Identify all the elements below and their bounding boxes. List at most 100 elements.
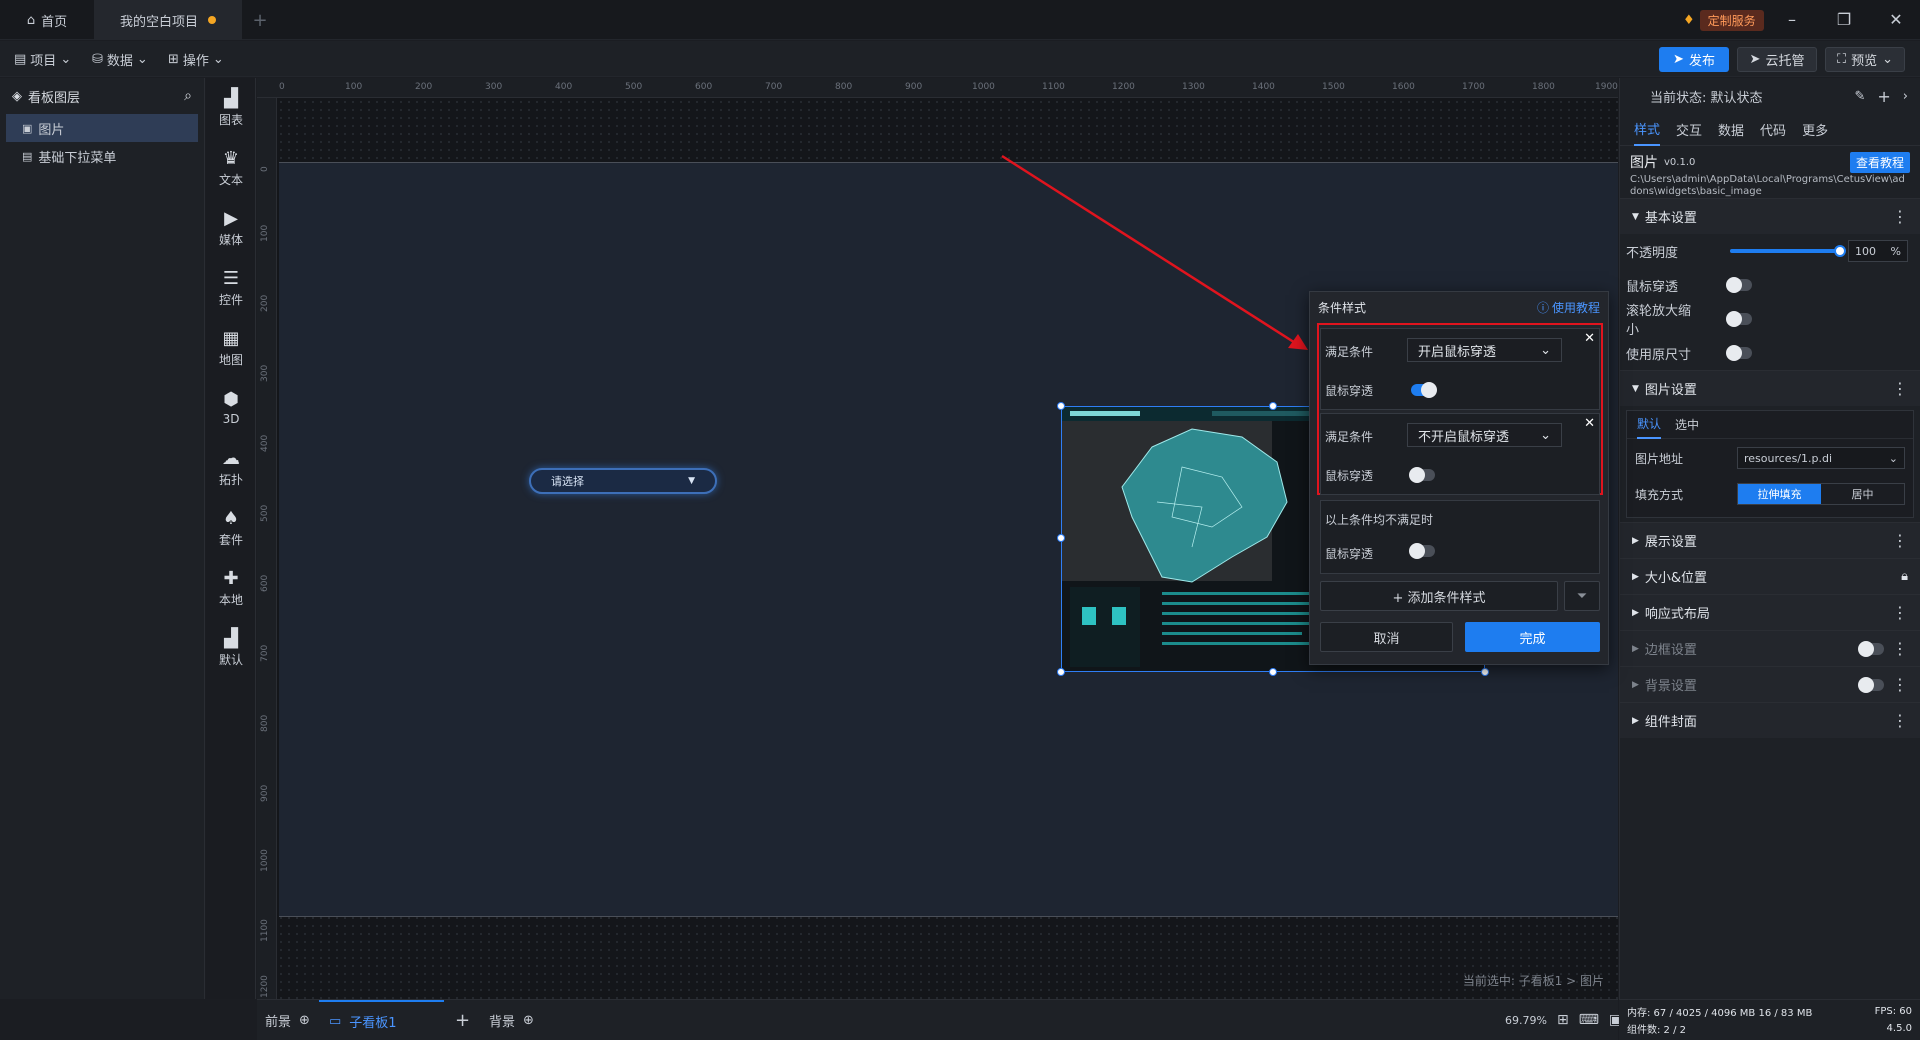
menu-project[interactable]: ▤ 项目 ⌄	[14, 49, 71, 69]
tab-style[interactable]: 样式	[1634, 114, 1661, 146]
menu-data[interactable]: ⛁ 数据 ⌄	[92, 49, 148, 69]
add-icon[interactable]: +	[1877, 87, 1890, 106]
more-vertical-icon[interactable]: ⋮	[1892, 207, 1908, 226]
section-image-settings[interactable]: ▼ 图片设置 ⋮	[1620, 370, 1920, 406]
more-vertical-icon[interactable]: ⋮	[1892, 379, 1908, 398]
condition-2-select[interactable]: 不开启鼠标穿透 ⌄	[1407, 423, 1562, 447]
cloud-button[interactable]: ➤ 云托管	[1737, 47, 1817, 72]
menu-operate[interactable]: ⊞ 操作 ⌄	[168, 49, 224, 69]
resize-handle[interactable]	[1269, 402, 1277, 410]
comp-topology[interactable]: ☁ 拓扑	[206, 438, 256, 498]
fit-screen-icon[interactable]: ⊞	[1557, 1012, 1569, 1028]
section-cover[interactable]: ▶ 组件封面 ⋮	[1620, 702, 1920, 738]
fill-mode-center[interactable]: 居中	[1821, 484, 1904, 504]
resize-handle[interactable]	[1057, 668, 1065, 676]
dropdown-widget[interactable]: 请选择 ▼	[529, 468, 717, 494]
remove-condition-icon[interactable]: ✕	[1584, 331, 1595, 346]
else-toggle[interactable]	[1409, 543, 1435, 559]
minimize-button[interactable]: –	[1772, 8, 1812, 32]
cancel-button[interactable]: 取消	[1320, 622, 1453, 652]
image-url-select[interactable]: resources/1.p.di ⌄	[1737, 447, 1905, 469]
tab-subboard[interactable]: ▭ 子看板1	[319, 1000, 444, 1040]
restore-button[interactable]: ❐	[1824, 8, 1864, 32]
resize-handle[interactable]	[1269, 668, 1277, 676]
condition-1-toggle[interactable]	[1411, 382, 1437, 398]
component-strip: ▟ 图表 ♛ 文本 ▶ 媒体 ☰ 控件 ▦ 地图 ⬢ 3D ☁ 拓扑 ♠ 套件 ✚ 本地 ▟ 默认	[206, 78, 256, 999]
comp-map[interactable]: ▦ 地图	[206, 318, 256, 378]
section-responsive[interactable]: ▶ 响应式布局 ⋮	[1620, 594, 1920, 630]
layer-item-image[interactable]: ▣ 图片	[6, 114, 198, 142]
fill-mode-stretch[interactable]: 拉伸填充	[1738, 484, 1821, 504]
resize-handle[interactable]	[1057, 534, 1065, 542]
component-count: 组件数: 2 / 2	[1627, 1025, 1686, 1036]
opacity-slider-knob[interactable]	[1834, 245, 1846, 257]
tab-project[interactable]: 我的空白项目	[94, 0, 242, 40]
resize-handle[interactable]	[1057, 402, 1065, 410]
tab-code[interactable]: 代码	[1760, 114, 1786, 146]
more-vertical-icon[interactable]: ⋮	[1892, 531, 1908, 550]
add-circle-icon[interactable]: ⊕	[299, 1013, 310, 1028]
section-size-position[interactable]: ▶ 大小&位置 🔒︎	[1620, 558, 1920, 594]
add-tab-button[interactable]: +	[248, 0, 272, 40]
close-button[interactable]: ✕	[1876, 8, 1916, 32]
remove-condition-icon[interactable]: ✕	[1584, 416, 1595, 431]
layer-item-dropdown[interactable]: ▤ 基础下拉菜单	[0, 142, 204, 170]
tutorial-button[interactable]: 查看教程	[1849, 152, 1910, 173]
more-vertical-icon[interactable]: ⋮	[1892, 711, 1908, 730]
preview-button[interactable]: ⛶ 预览 ⌄	[1825, 47, 1905, 72]
comp-3d[interactable]: ⬢ 3D	[206, 378, 256, 438]
tab-home-label: 首页	[41, 14, 68, 30]
filter-icon[interactable]: ⏷	[1564, 581, 1600, 611]
add-condition-button[interactable]: + 添加条件样式	[1320, 581, 1558, 611]
edit-icon[interactable]: ✎	[1854, 89, 1865, 104]
comp-default[interactable]: ▟ 默认	[206, 618, 256, 678]
comp-label: 媒体	[218, 232, 243, 247]
section-border[interactable]: ▶ 边框设置 ⋮	[1620, 630, 1920, 666]
tab-foreground[interactable]: 前景 ⊕	[265, 1000, 310, 1040]
add-circle-icon[interactable]: ⊕	[523, 1013, 534, 1028]
add-board-button[interactable]: +	[455, 1000, 470, 1040]
comp-kit[interactable]: ♠ 套件	[206, 498, 256, 558]
original-size-toggle[interactable]	[1726, 345, 1752, 361]
caret-right-icon: ▶	[1632, 571, 1639, 582]
keyboard-icon[interactable]: ⌨	[1579, 1012, 1599, 1028]
opacity-input[interactable]: 100 %	[1848, 240, 1908, 262]
background-toggle[interactable]	[1858, 676, 1884, 693]
condition-2-toggle[interactable]	[1409, 467, 1435, 483]
more-vertical-icon[interactable]: ⋮	[1892, 639, 1908, 658]
section-label: 响应式布局	[1644, 607, 1710, 622]
section-background[interactable]: ▶ 背景设置 ⋮	[1620, 666, 1920, 702]
publish-button[interactable]: ➤ 发布	[1659, 47, 1729, 72]
comp-local[interactable]: ✚ 本地	[206, 558, 256, 618]
comp-media[interactable]: ▶ 媒体	[206, 198, 256, 258]
tab-home[interactable]: ⌂ 首页	[0, 0, 94, 40]
search-icon[interactable]: ⌕	[184, 88, 192, 104]
comp-chart[interactable]: ▟ 图表	[206, 78, 256, 138]
zoom-level[interactable]: 69.79%	[1505, 1014, 1547, 1027]
comp-control[interactable]: ☰ 控件	[206, 258, 256, 318]
more-vertical-icon[interactable]: ⋮	[1892, 675, 1908, 694]
state-tab-selected[interactable]: 选中	[1675, 416, 1699, 433]
custom-service-button[interactable]: ♦ 定制服务	[1683, 9, 1764, 31]
popup-help-link[interactable]: ⓘ 使用教程	[1537, 299, 1600, 316]
section-display[interactable]: ▶ 展示设置 ⋮	[1620, 522, 1920, 558]
tab-background[interactable]: 背景 ⊕	[489, 1000, 534, 1040]
mouse-through-label: 鼠标穿透	[1325, 547, 1374, 561]
mouse-through-toggle[interactable]	[1726, 277, 1752, 293]
wheel-zoom-toggle[interactable]	[1726, 311, 1752, 327]
lock-icon[interactable]: 🔒︎	[1901, 569, 1908, 584]
tab-data[interactable]: 数据	[1718, 114, 1744, 146]
opacity-slider[interactable]	[1730, 245, 1846, 257]
border-toggle[interactable]	[1858, 640, 1884, 657]
resize-handle[interactable]	[1481, 668, 1489, 676]
chevron-right-icon[interactable]: ›	[1903, 89, 1908, 104]
state-tab-default[interactable]: 默认	[1637, 411, 1662, 439]
more-vertical-icon[interactable]: ⋮	[1892, 603, 1908, 622]
tab-more[interactable]: 更多	[1802, 114, 1828, 146]
condition-label: 满足条件	[1325, 345, 1374, 359]
comp-text[interactable]: ♛ 文本	[206, 138, 256, 198]
condition-1-select[interactable]: 开启鼠标穿透 ⌄	[1407, 338, 1562, 362]
section-basic-settings[interactable]: ▼ 基本设置 ⋮	[1620, 198, 1920, 234]
done-button[interactable]: 完成	[1465, 622, 1600, 652]
tab-interaction[interactable]: 交互	[1676, 114, 1702, 146]
